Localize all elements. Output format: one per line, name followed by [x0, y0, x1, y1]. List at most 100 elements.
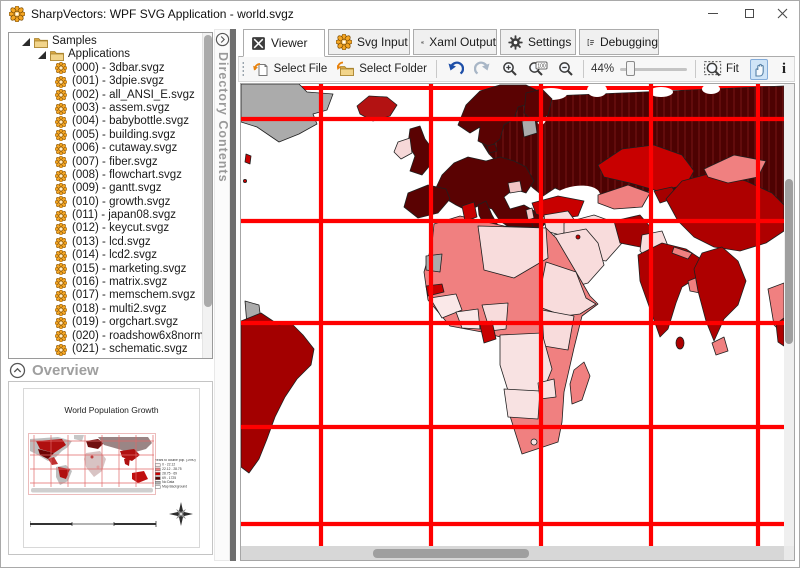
tree-item-label: (015) - marketing.svgz — [72, 263, 186, 276]
tree-item-label: (011) - japan08.svgz — [72, 209, 176, 222]
map-horizontal-scrollbar[interactable] — [241, 546, 784, 560]
tree-item-label: (005) - building.svgz — [72, 129, 176, 142]
svg-file-flower-icon — [55, 62, 67, 74]
svg-file-flower-icon — [55, 76, 67, 88]
map-vertical-scrollbar-thumb[interactable] — [785, 179, 793, 344]
tree-node-samples[interactable]: Samples — [9, 35, 203, 48]
tree-item[interactable]: (019) - orgchart.svgz — [9, 316, 203, 329]
legend-swatch — [155, 481, 161, 484]
svg-file-flower-icon — [55, 196, 67, 208]
tab-settings[interactable]: Settings — [500, 29, 576, 55]
app-window: SharpVectors: WPF SVG Application - worl… — [0, 0, 800, 568]
info-button[interactable]: i — [774, 61, 794, 78]
title-bar: SharpVectors: WPF SVG Application - worl… — [1, 1, 799, 27]
world-map-svg[interactable] — [241, 84, 784, 546]
tree-item[interactable]: (013) - lcd.svgz — [9, 236, 203, 249]
tree-item-label: (006) - cutaway.svgz — [72, 142, 177, 155]
legend-title: Years to double pop. (1990) — [155, 459, 200, 462]
tree-item[interactable]: (007) - fiber.svgz — [9, 156, 203, 169]
tab-label: Debugging — [600, 35, 658, 49]
collapse-chevron-up-icon[interactable] — [9, 362, 26, 379]
svg-text:100: 100 — [537, 64, 546, 70]
tree-scrollbar[interactable] — [202, 33, 212, 358]
svg-file-flower-icon — [55, 103, 67, 115]
svg-file-flower-icon — [55, 143, 67, 155]
tree-item-label: (001) - 3dpie.svgz — [72, 75, 164, 88]
directory-contents-strip[interactable]: Directory Contents — [214, 29, 230, 561]
tree-item[interactable]: (004) - babybottle.svgz — [9, 115, 203, 128]
tree-item[interactable]: (018) - multi2.svgz — [9, 303, 203, 316]
tree-item[interactable]: (006) - cutaway.svgz — [9, 142, 203, 155]
map-vertical-scrollbar[interactable] — [784, 84, 794, 546]
zoom-slider[interactable] — [620, 60, 686, 78]
select-folder-button[interactable]: Select Folder — [333, 59, 431, 79]
zoom-100-icon: 100 — [528, 61, 548, 77]
window-title: SharpVectors: WPF SVG Application - worl… — [31, 7, 294, 21]
tree-item[interactable]: (021) - schematic.svgz — [9, 343, 203, 356]
maximize-button[interactable] — [731, 1, 767, 26]
tree-item[interactable]: (009) - gantt.svgz — [9, 182, 203, 195]
tree-item-label: (010) - growth.svgz — [72, 196, 170, 209]
tab-svg-input[interactable]: Svg Input — [328, 29, 410, 55]
redo-button[interactable] — [470, 59, 496, 80]
map-horizontal-scrollbar-thumb[interactable] — [373, 549, 529, 558]
panel-splitter[interactable] — [230, 29, 236, 561]
svg-file-flower-icon — [55, 116, 67, 128]
tree-items: (000) - 3dbar.svgz (001) - 3dpie.svgz (0… — [9, 62, 203, 357]
tree-item[interactable]: (017) - memschem.svgz — [9, 289, 203, 302]
tree-node-label: Samples — [52, 35, 97, 48]
tree-item[interactable]: (014) - lcd2.svgz — [9, 249, 203, 262]
tab-viewer[interactable]: Viewer — [243, 29, 325, 57]
tree-item[interactable]: (020) - roadshow6x8normal.svgz — [9, 330, 203, 343]
zoom-100-button[interactable]: 100 — [524, 59, 552, 79]
tab-label: Xaml Output — [429, 35, 496, 49]
tree-item[interactable]: (015) - marketing.svgz — [9, 263, 203, 276]
expand-chevron-right-icon[interactable] — [215, 32, 230, 47]
legend-swatch — [155, 472, 161, 475]
tree-item-label: (021) - schematic.svgz — [72, 343, 188, 356]
tree-item-label: (000) - 3dbar.svgz — [72, 62, 165, 75]
right-panel: Viewer Svg Input Xaml Output — [238, 29, 796, 562]
tree-item[interactable]: (000) - 3dbar.svgz — [9, 62, 203, 75]
overview-header[interactable]: Overview — [9, 360, 99, 380]
tree-item[interactable]: (011) - japan08.svgz — [9, 209, 203, 222]
tree-item[interactable]: (003) - assem.svgz — [9, 102, 203, 115]
svg-file-flower-icon — [55, 223, 67, 235]
svg-file-flower-icon — [55, 210, 67, 222]
map-viewport[interactable] — [240, 83, 795, 561]
tab-xaml-output[interactable]: Xaml Output — [413, 29, 497, 55]
svg-file-flower-icon — [55, 290, 67, 302]
tree-item[interactable]: (010) - growth.svgz — [9, 196, 203, 209]
toolbar-grip[interactable] — [242, 61, 244, 77]
expanded-triangle-icon[interactable] — [37, 50, 47, 60]
legend-label: 0 - 22.12 — [162, 463, 175, 466]
minimize-button[interactable] — [695, 1, 731, 26]
zoom-in-button[interactable] — [498, 59, 522, 79]
tree-item[interactable]: (016) - matrix.svgz — [9, 276, 203, 289]
tree-scrollbar-thumb[interactable] — [204, 35, 212, 307]
legend-row: Map Background — [155, 485, 200, 489]
close-button[interactable] — [764, 1, 800, 26]
expanded-triangle-icon[interactable] — [21, 37, 31, 47]
viewer-icon — [251, 36, 266, 51]
select-file-button[interactable]: Select File — [249, 59, 332, 80]
tree-item[interactable]: (005) - building.svgz — [9, 129, 203, 142]
tree-item[interactable]: (008) - flowchart.svgz — [9, 169, 203, 182]
tree-item[interactable]: (002) - all_ANSI_E.svgz — [9, 89, 203, 102]
legend-label: Map Background — [162, 485, 187, 488]
zoom-out-button[interactable] — [554, 59, 578, 79]
thumbnail-world-map — [28, 433, 156, 495]
tree-item[interactable]: (012) - keycut.svgz — [9, 222, 203, 235]
zoom-slider-thumb[interactable] — [626, 61, 635, 76]
pan-toggle-button[interactable] — [750, 59, 768, 80]
tree-item-label: (016) - matrix.svgz — [72, 276, 167, 289]
samples-tree: Samples Applications (000) - 3dbar.svgz … — [9, 35, 203, 356]
tab-label: Settings — [528, 35, 571, 49]
overview-thumbnail[interactable]: World Population Growth — [23, 388, 200, 548]
app-logo-flower-icon — [9, 6, 25, 22]
tree-node-applications[interactable]: Applications — [9, 48, 203, 61]
undo-button[interactable] — [442, 59, 468, 80]
zoom-fit-button[interactable]: Fit — [700, 59, 743, 79]
tree-item[interactable]: (001) - 3dpie.svgz — [9, 75, 203, 88]
tab-debugging[interactable]: Debugging — [579, 29, 659, 55]
